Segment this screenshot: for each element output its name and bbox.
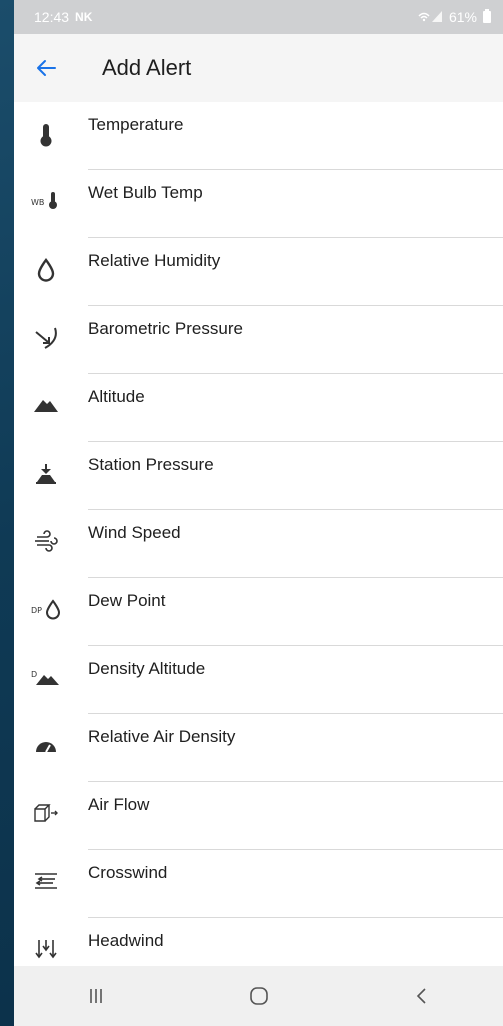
home-button[interactable]: [219, 966, 299, 1026]
system-nav-bar: [14, 966, 503, 1026]
droplet-icon: [14, 238, 78, 306]
list-item-density-altitude[interactable]: D Density Altitude: [14, 646, 503, 714]
wind-icon: [14, 510, 78, 578]
list-item-wind-speed[interactable]: Wind Speed: [14, 510, 503, 578]
app-bar: Add Alert: [14, 34, 503, 102]
page-title: Add Alert: [102, 55, 192, 80]
air-flow-icon: [14, 782, 78, 850]
mountain-icon: [14, 374, 78, 442]
status-carrier: NK: [75, 10, 93, 24]
density-altitude-icon: D: [14, 646, 78, 714]
list-item-crosswind[interactable]: Crosswind: [14, 850, 503, 918]
status-right: 61%: [417, 9, 491, 25]
item-label: Station Pressure: [88, 455, 214, 474]
svg-text:WB: WB: [31, 198, 44, 207]
battery-icon: [483, 9, 491, 23]
item-label: Temperature: [88, 115, 184, 134]
list-item-air-flow[interactable]: Air Flow: [14, 782, 503, 850]
crosswind-icon: [14, 850, 78, 918]
item-label: Dew Point: [88, 591, 166, 610]
item-label: Wind Speed: [88, 523, 181, 542]
item-label: Wet Bulb Temp: [88, 183, 203, 202]
status-time: 12:43: [34, 9, 70, 25]
item-label: Barometric Pressure: [88, 319, 243, 338]
list-item-wet-bulb-temp[interactable]: WB Wet Bulb Temp: [14, 170, 503, 238]
list-item-barometric-pressure[interactable]: Barometric Pressure: [14, 306, 503, 374]
list-item-altitude[interactable]: Altitude: [14, 374, 503, 442]
battery-percent: 61%: [448, 9, 477, 25]
item-label: Air Flow: [88, 795, 150, 814]
nav-back-icon: [414, 987, 430, 1005]
list-item-station-pressure[interactable]: Station Pressure: [14, 442, 503, 510]
item-label: Relative Humidity: [88, 251, 221, 270]
recents-icon: [87, 987, 105, 1005]
nav-back-button[interactable]: [382, 966, 462, 1026]
thermometer-icon: [14, 102, 78, 170]
list-item-relative-air-density[interactable]: Relative Air Density: [14, 714, 503, 782]
recents-button[interactable]: [56, 966, 136, 1026]
home-icon: [248, 985, 270, 1007]
air-density-gauge-icon: [14, 714, 78, 782]
alert-type-list: Temperature WB Wet Bulb Temp Relative Hu…: [14, 102, 503, 986]
barometer-icon: [14, 306, 78, 374]
status-left: 12:43 NK: [34, 9, 92, 25]
item-label: Relative Air Density: [88, 727, 236, 746]
list-item-temperature[interactable]: Temperature: [14, 102, 503, 170]
svg-text:D: D: [31, 670, 37, 679]
status-bar: 12:43 NK 61%: [14, 0, 503, 34]
item-label: Headwind: [88, 931, 164, 950]
item-label: Crosswind: [88, 863, 168, 882]
item-label: Altitude: [88, 387, 145, 406]
list-item-relative-humidity[interactable]: Relative Humidity: [14, 238, 503, 306]
list-item-dew-point[interactable]: DP Dew Point: [14, 578, 503, 646]
arrow-left-icon: [35, 57, 57, 79]
wet-bulb-icon: WB: [14, 170, 78, 238]
signal-icon: [417, 9, 443, 25]
dew-point-icon: DP: [14, 578, 78, 646]
item-label: Density Altitude: [88, 659, 206, 678]
station-pressure-icon: [14, 442, 78, 510]
phone-screen: 12:43 NK 61% Add Alert Temperature WB We…: [14, 0, 503, 1026]
svg-text:DP: DP: [31, 606, 42, 615]
back-button[interactable]: [14, 34, 78, 102]
